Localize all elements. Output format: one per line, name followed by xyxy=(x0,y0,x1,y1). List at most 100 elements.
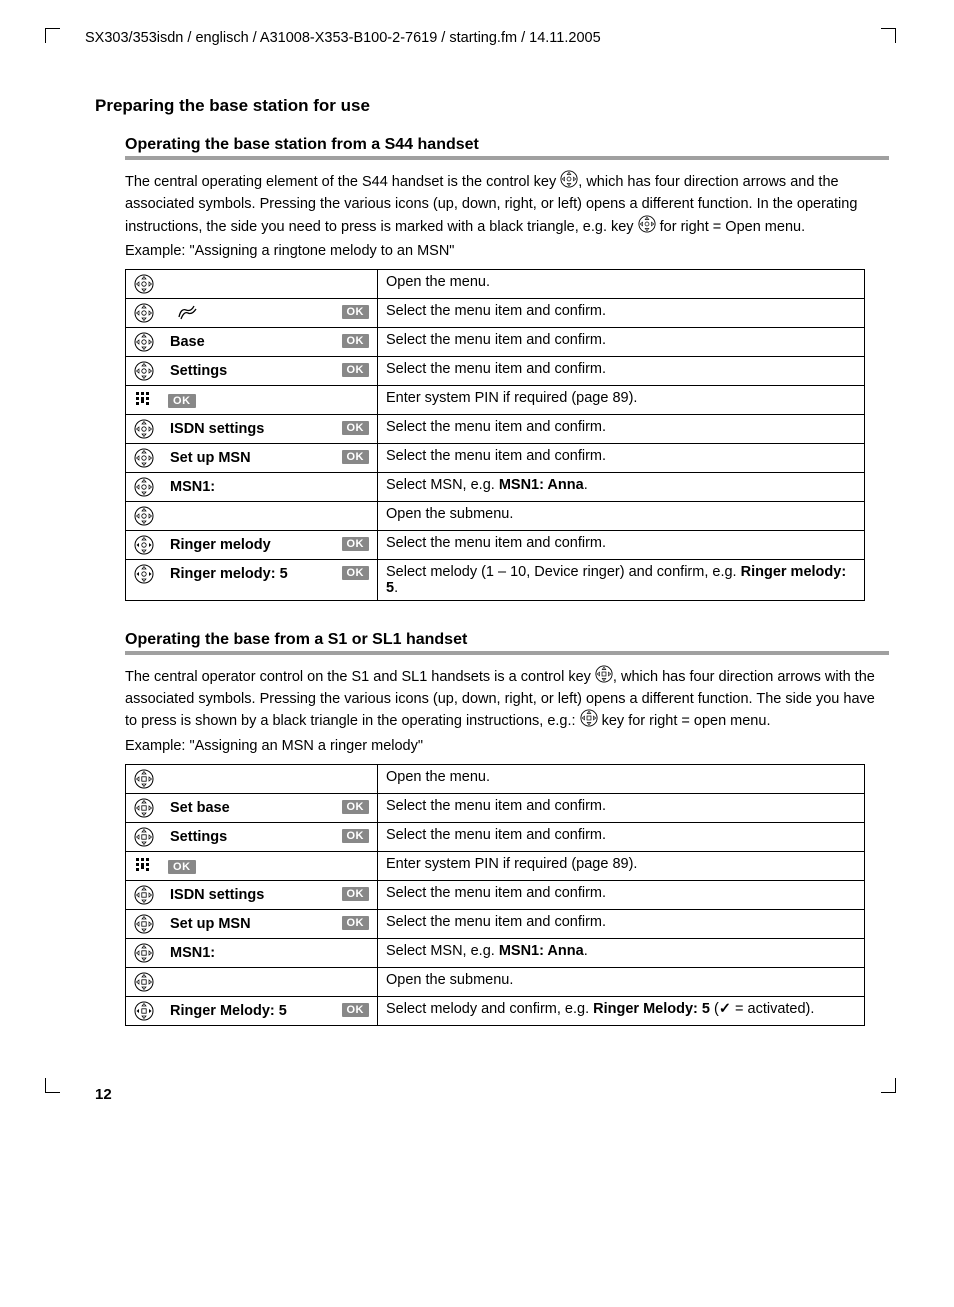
step-row: BaseOKSelect the menu item and confirm. xyxy=(126,327,865,356)
step-description: Select MSN, e.g. MSN1: Anna. xyxy=(378,938,865,967)
step-row: Set up MSN OK Select the menu item and con… xyxy=(126,443,865,472)
menu-label: MSN1: xyxy=(170,479,215,495)
step-description: Select the menu item and confirm. xyxy=(378,822,865,851)
step-action: Set up MSN OK xyxy=(126,443,378,472)
control-key-right-icon xyxy=(638,215,656,239)
page-number: 12 xyxy=(95,1086,889,1103)
menu-label: ISDN settings xyxy=(170,887,264,903)
nav2-lr-icon xyxy=(134,1001,154,1021)
menu-label: Set up MSN xyxy=(170,450,251,466)
nav2-icon xyxy=(134,914,154,934)
running-header: SX303/353isdn / englisch / A31008-X353-B… xyxy=(60,30,889,46)
check-icon: ✓ xyxy=(719,1001,731,1017)
step-action: ISDN settings OK xyxy=(126,880,378,909)
ok-badge: OK xyxy=(342,887,370,901)
step-row: Open the submenu. xyxy=(126,501,865,530)
nav-icon xyxy=(134,419,154,439)
step-action: Set up MSNOK xyxy=(126,909,378,938)
ok-badge: OK xyxy=(342,1003,370,1017)
ok-badge: OK xyxy=(168,394,196,408)
step-description: Select the menu item and confirm. xyxy=(378,530,865,559)
step-description: Enter system PIN if required (page 89). xyxy=(378,851,865,880)
step-row: MSN1: Select MSN, e.g. MSN1: Anna. xyxy=(126,938,865,967)
step-action: OK xyxy=(126,851,378,880)
step-row: Set up MSNOKSelect the menu item and con… xyxy=(126,909,865,938)
step-description: Open the submenu. xyxy=(378,501,865,530)
step-row: ISDN settings OK Select the menu item and … xyxy=(126,414,865,443)
menu-label: Base xyxy=(170,334,205,350)
step-row: OKEnter system PIN if required (page 89)… xyxy=(126,385,865,414)
step-row: Open the submenu. xyxy=(126,967,865,996)
step-description: Open the menu. xyxy=(378,269,865,298)
step-description: Open the submenu. xyxy=(378,967,865,996)
step-action: BaseOK xyxy=(126,327,378,356)
menu-label: ISDN settings xyxy=(170,421,264,437)
ok-badge: OK xyxy=(342,450,370,464)
step-row: MSN1: Select MSN, e.g. MSN1: Anna. xyxy=(126,472,865,501)
ok-badge: OK xyxy=(342,916,370,930)
menu-label: MSN1: xyxy=(170,945,215,961)
step-action: OK xyxy=(126,298,378,327)
control-key-right-icon xyxy=(580,709,598,733)
nav2-icon xyxy=(134,769,154,789)
subsection-s1-title: Operating the base from a S1 or SL1 hand… xyxy=(125,631,889,655)
step-row: Ringer melody OK Select the menu item and … xyxy=(126,530,865,559)
step-description: Select the menu item and confirm. xyxy=(378,327,865,356)
step-row: OK Select the menu item and confirm. xyxy=(126,298,865,327)
ok-badge: OK xyxy=(342,566,370,580)
nav-icon xyxy=(134,477,154,497)
step-action: Set baseOK xyxy=(126,793,378,822)
step-row: Open the menu. xyxy=(126,269,865,298)
step-description: Select the menu item and confirm. xyxy=(378,443,865,472)
nav2-icon xyxy=(134,798,154,818)
menu-label: Ringer Melody: 5 xyxy=(170,1003,287,1019)
step-description: Select MSN, e.g. MSN1: Anna. xyxy=(378,472,865,501)
nav2-icon xyxy=(134,885,154,905)
step-row: ISDN settingsOKSelect the menu item and … xyxy=(126,880,865,909)
nav-icon xyxy=(134,274,154,294)
s1-example: Example: "Assigning an MSN a ringer melo… xyxy=(125,738,889,754)
ok-badge: OK xyxy=(342,363,370,377)
nav2-icon xyxy=(134,943,154,963)
ok-badge: OK xyxy=(342,537,370,551)
step-action: Ringer melody OK xyxy=(126,530,378,559)
step-row: Ringer melody: 5OKSelect melody (1 – 10,… xyxy=(126,559,865,600)
step-description: Select the menu item and confirm. xyxy=(378,414,865,443)
section-title: Preparing the base station for use xyxy=(95,96,889,116)
step-row: Ringer Melody: 5 OK Select melody and conf… xyxy=(126,996,865,1025)
ok-badge: OK xyxy=(342,829,370,843)
step-description: Select melody and confirm, e.g. Ringer M… xyxy=(378,996,865,1025)
nav2-icon xyxy=(134,827,154,847)
step-description: Select the menu item and confirm. xyxy=(378,356,865,385)
step-description: Select the menu item and confirm. xyxy=(378,298,865,327)
ok-badge: OK xyxy=(342,800,370,814)
keypad-icon xyxy=(134,856,154,876)
ok-badge: OK xyxy=(342,421,370,435)
step-action: Ringer melody: 5OK xyxy=(126,559,378,600)
step-action: Settings OK xyxy=(126,356,378,385)
step-description: Open the menu. xyxy=(378,764,865,793)
step-action: SettingsOK xyxy=(126,822,378,851)
step-action xyxy=(126,764,378,793)
s44-body: The central operating element of the S44… xyxy=(125,170,889,239)
s1-steps-table: Open the menu.Set baseOKSelect the menu … xyxy=(125,764,865,1026)
nav-icon xyxy=(134,448,154,468)
step-action xyxy=(126,269,378,298)
nav-icon xyxy=(134,303,154,323)
menu-label: Settings xyxy=(170,363,227,379)
menu-label: Ringer melody xyxy=(170,537,271,553)
ok-badge: OK xyxy=(342,305,370,319)
s44-steps-table: Open the menu. OK Select the menu item an… xyxy=(125,269,865,601)
step-action xyxy=(126,967,378,996)
keypad-icon xyxy=(134,390,154,410)
step-row: Settings OK Select the menu item and confi… xyxy=(126,356,865,385)
nav-lr-icon xyxy=(134,564,154,584)
step-action: ISDN settings OK xyxy=(126,414,378,443)
step-action: MSN1: xyxy=(126,938,378,967)
control-key-icon xyxy=(595,665,613,689)
step-row: Open the menu. xyxy=(126,764,865,793)
step-description: Select the menu item and confirm. xyxy=(378,909,865,938)
sound-icon xyxy=(174,303,198,323)
nav-lr-icon xyxy=(134,535,154,555)
ok-badge: OK xyxy=(168,860,196,874)
